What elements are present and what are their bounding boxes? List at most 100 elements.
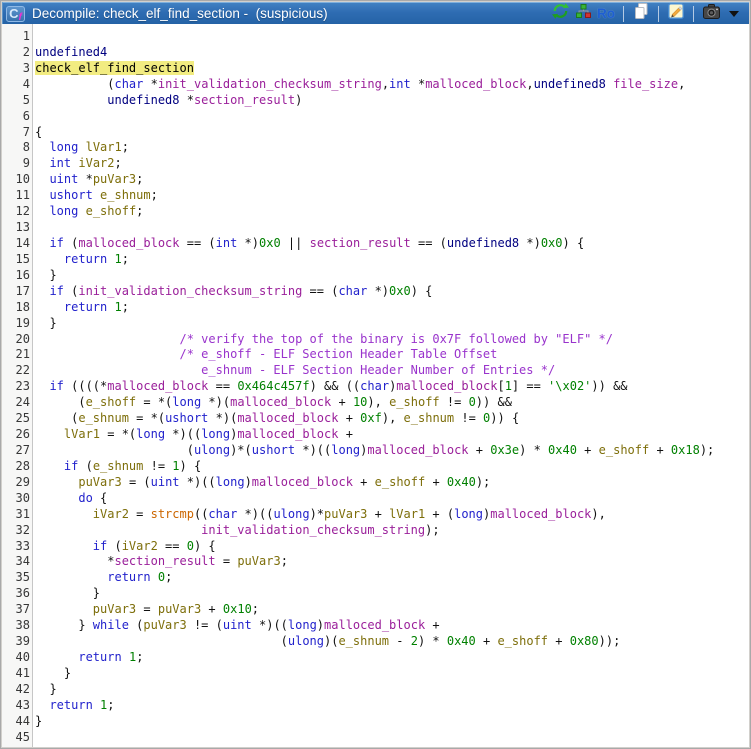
copy-button[interactable]	[632, 3, 650, 24]
line-number: 14	[15, 235, 30, 250]
line-number: 22	[15, 363, 30, 378]
line-number: 27	[15, 442, 30, 457]
code-line-23[interactable]: if ((((*malloced_block == 0x464c457f) &&…	[35, 379, 749, 395]
code-line-43[interactable]: return 1;	[35, 698, 749, 714]
code-line-19[interactable]: }	[35, 316, 749, 332]
line-number: 41	[15, 665, 30, 680]
line-number: 35	[15, 570, 30, 585]
line-number: 7	[22, 124, 30, 139]
line-number: 5	[22, 92, 30, 107]
line-number: 2	[22, 44, 30, 59]
line-number: 19	[15, 315, 30, 330]
decompiler-cf-icon: Cf	[6, 5, 25, 23]
line-number: 40	[15, 649, 30, 664]
graph-button[interactable]	[574, 4, 592, 23]
code-line-38[interactable]: } while (puVar3 != (uint *)((long)malloc…	[35, 618, 749, 634]
code-line-33[interactable]: if (iVar2 == 0) {	[35, 539, 749, 555]
chevron-down-icon	[729, 10, 739, 17]
titlebar[interactable]: Cf Decompile: check_elf_find_section - (…	[2, 2, 749, 24]
toolbar-separator	[693, 5, 694, 22]
line-number: 20	[15, 331, 30, 346]
line-number: 12	[15, 204, 30, 219]
code-line-8[interactable]: long lVar1;	[35, 140, 749, 156]
code-line-28[interactable]: if (e_shnum != 1) {	[35, 459, 749, 475]
code-line-10[interactable]: uint *puVar3;	[35, 172, 749, 188]
decompiler-editor: 1 2 3 4 5 6 7 8 9 10 11 12 13 14 15 16 17 18 19 20 21 22 23 24 2…	[2, 24, 749, 747]
code-line-22[interactable]: e_shnum - ELF Section Header Number of E…	[35, 363, 749, 379]
code-line-32[interactable]: init_validation_checksum_string);	[35, 523, 749, 539]
ro-button[interactable]: Ro	[597, 5, 615, 23]
code-line-44[interactable]: }	[35, 714, 749, 730]
snapshot-button[interactable]	[702, 3, 720, 24]
line-number: 21	[15, 347, 30, 362]
code-line-21[interactable]: /* e_shoff - ELF Section Header Table Of…	[35, 347, 749, 363]
code-line-6[interactable]	[35, 109, 749, 125]
code-line-14[interactable]: if (malloced_block == (int *)0x0 || sect…	[35, 236, 749, 252]
line-number: 4	[22, 76, 30, 91]
code-line-7[interactable]: {	[35, 125, 749, 141]
code-line-17[interactable]: if (init_validation_checksum_string == (…	[35, 284, 749, 300]
code-line-20[interactable]: /* verify the top of the binary is 0x7F …	[35, 332, 749, 348]
line-number: 31	[15, 506, 30, 521]
code-line-29[interactable]: puVar3 = (uint *)((long)malloced_block +…	[35, 475, 749, 491]
line-number: 33	[15, 538, 30, 553]
line-number: 44	[15, 713, 30, 728]
code-line-41[interactable]: }	[35, 666, 749, 682]
code-line-34[interactable]: *section_result = puVar3;	[35, 554, 749, 570]
code-line-45[interactable]	[35, 730, 749, 746]
code-line-40[interactable]: return 1;	[35, 650, 749, 666]
line-number: 39	[15, 634, 30, 649]
code-line-11[interactable]: ushort e_shnum;	[35, 188, 749, 204]
code-line-27[interactable]: (ulong)*(ushort *)((long)malloced_block …	[35, 443, 749, 459]
code-line-5[interactable]: undefined8 *section_result)	[35, 93, 749, 109]
code-line-42[interactable]: }	[35, 682, 749, 698]
line-number: 8	[22, 140, 30, 155]
edit-button[interactable]	[667, 3, 685, 24]
copy-icon	[634, 3, 649, 24]
line-number: 25	[15, 411, 30, 426]
refresh-icon	[551, 3, 569, 24]
line-number: 3	[22, 60, 30, 75]
line-number: 18	[15, 299, 30, 314]
code-line-9[interactable]: int iVar2;	[35, 156, 749, 172]
code-line-3[interactable]: check_elf_find_section	[35, 60, 749, 77]
code-line-16[interactable]: }	[35, 268, 749, 284]
code-line-30[interactable]: do {	[35, 491, 749, 507]
code-line-35[interactable]: return 0;	[35, 570, 749, 586]
code-line-31[interactable]: iVar2 = strcmp((char *)((ulong)*puVar3 +…	[35, 507, 749, 523]
code-line-13[interactable]	[35, 220, 749, 236]
line-number: 23	[15, 379, 30, 394]
code-line-39[interactable]: (ulong)(e_shnum - 2) * 0x40 + e_shoff + …	[35, 634, 749, 650]
code-line-18[interactable]: return 1;	[35, 300, 749, 316]
toolbar-separator	[658, 5, 659, 22]
line-number: 17	[15, 283, 30, 298]
code-line-1[interactable]	[35, 29, 749, 45]
code-line-25[interactable]: (e_shnum = *(ushort *)(malloced_block + …	[35, 411, 749, 427]
line-number: 36	[15, 586, 30, 601]
edit-pencil-icon	[668, 3, 684, 24]
line-number: 32	[15, 522, 30, 537]
line-number: 38	[15, 618, 30, 633]
code-line-2[interactable]: undefined4	[35, 45, 749, 61]
line-number: 34	[15, 554, 30, 569]
line-number: 13	[15, 220, 30, 235]
code-line-4[interactable]: (char *init_validation_checksum_string,i…	[35, 77, 749, 93]
line-number: 15	[15, 251, 30, 266]
code-line-36[interactable]: }	[35, 586, 749, 602]
camera-icon	[702, 3, 720, 24]
line-number: 28	[15, 458, 30, 473]
code-line-37[interactable]: puVar3 = puVar3 + 0x10;	[35, 602, 749, 618]
code-area[interactable]: undefined4 check_elf_find_section (char *…	[33, 24, 749, 747]
line-number: 26	[15, 427, 30, 442]
code-line-24[interactable]: (e_shoff = *(long *)(malloced_block + 10…	[35, 395, 749, 411]
code-line-15[interactable]: return 1;	[35, 252, 749, 268]
refresh-button[interactable]	[551, 3, 569, 24]
line-number: 29	[15, 474, 30, 489]
menu-dropdown-button[interactable]	[725, 5, 743, 23]
code-line-12[interactable]: long e_shoff;	[35, 204, 749, 220]
code-line-26[interactable]: lVar1 = *(long *)((long)malloced_block +	[35, 427, 749, 443]
line-number: 6	[22, 108, 30, 123]
graph-icon	[575, 4, 591, 23]
toolbar-separator	[623, 5, 624, 22]
line-number: 42	[15, 681, 30, 696]
